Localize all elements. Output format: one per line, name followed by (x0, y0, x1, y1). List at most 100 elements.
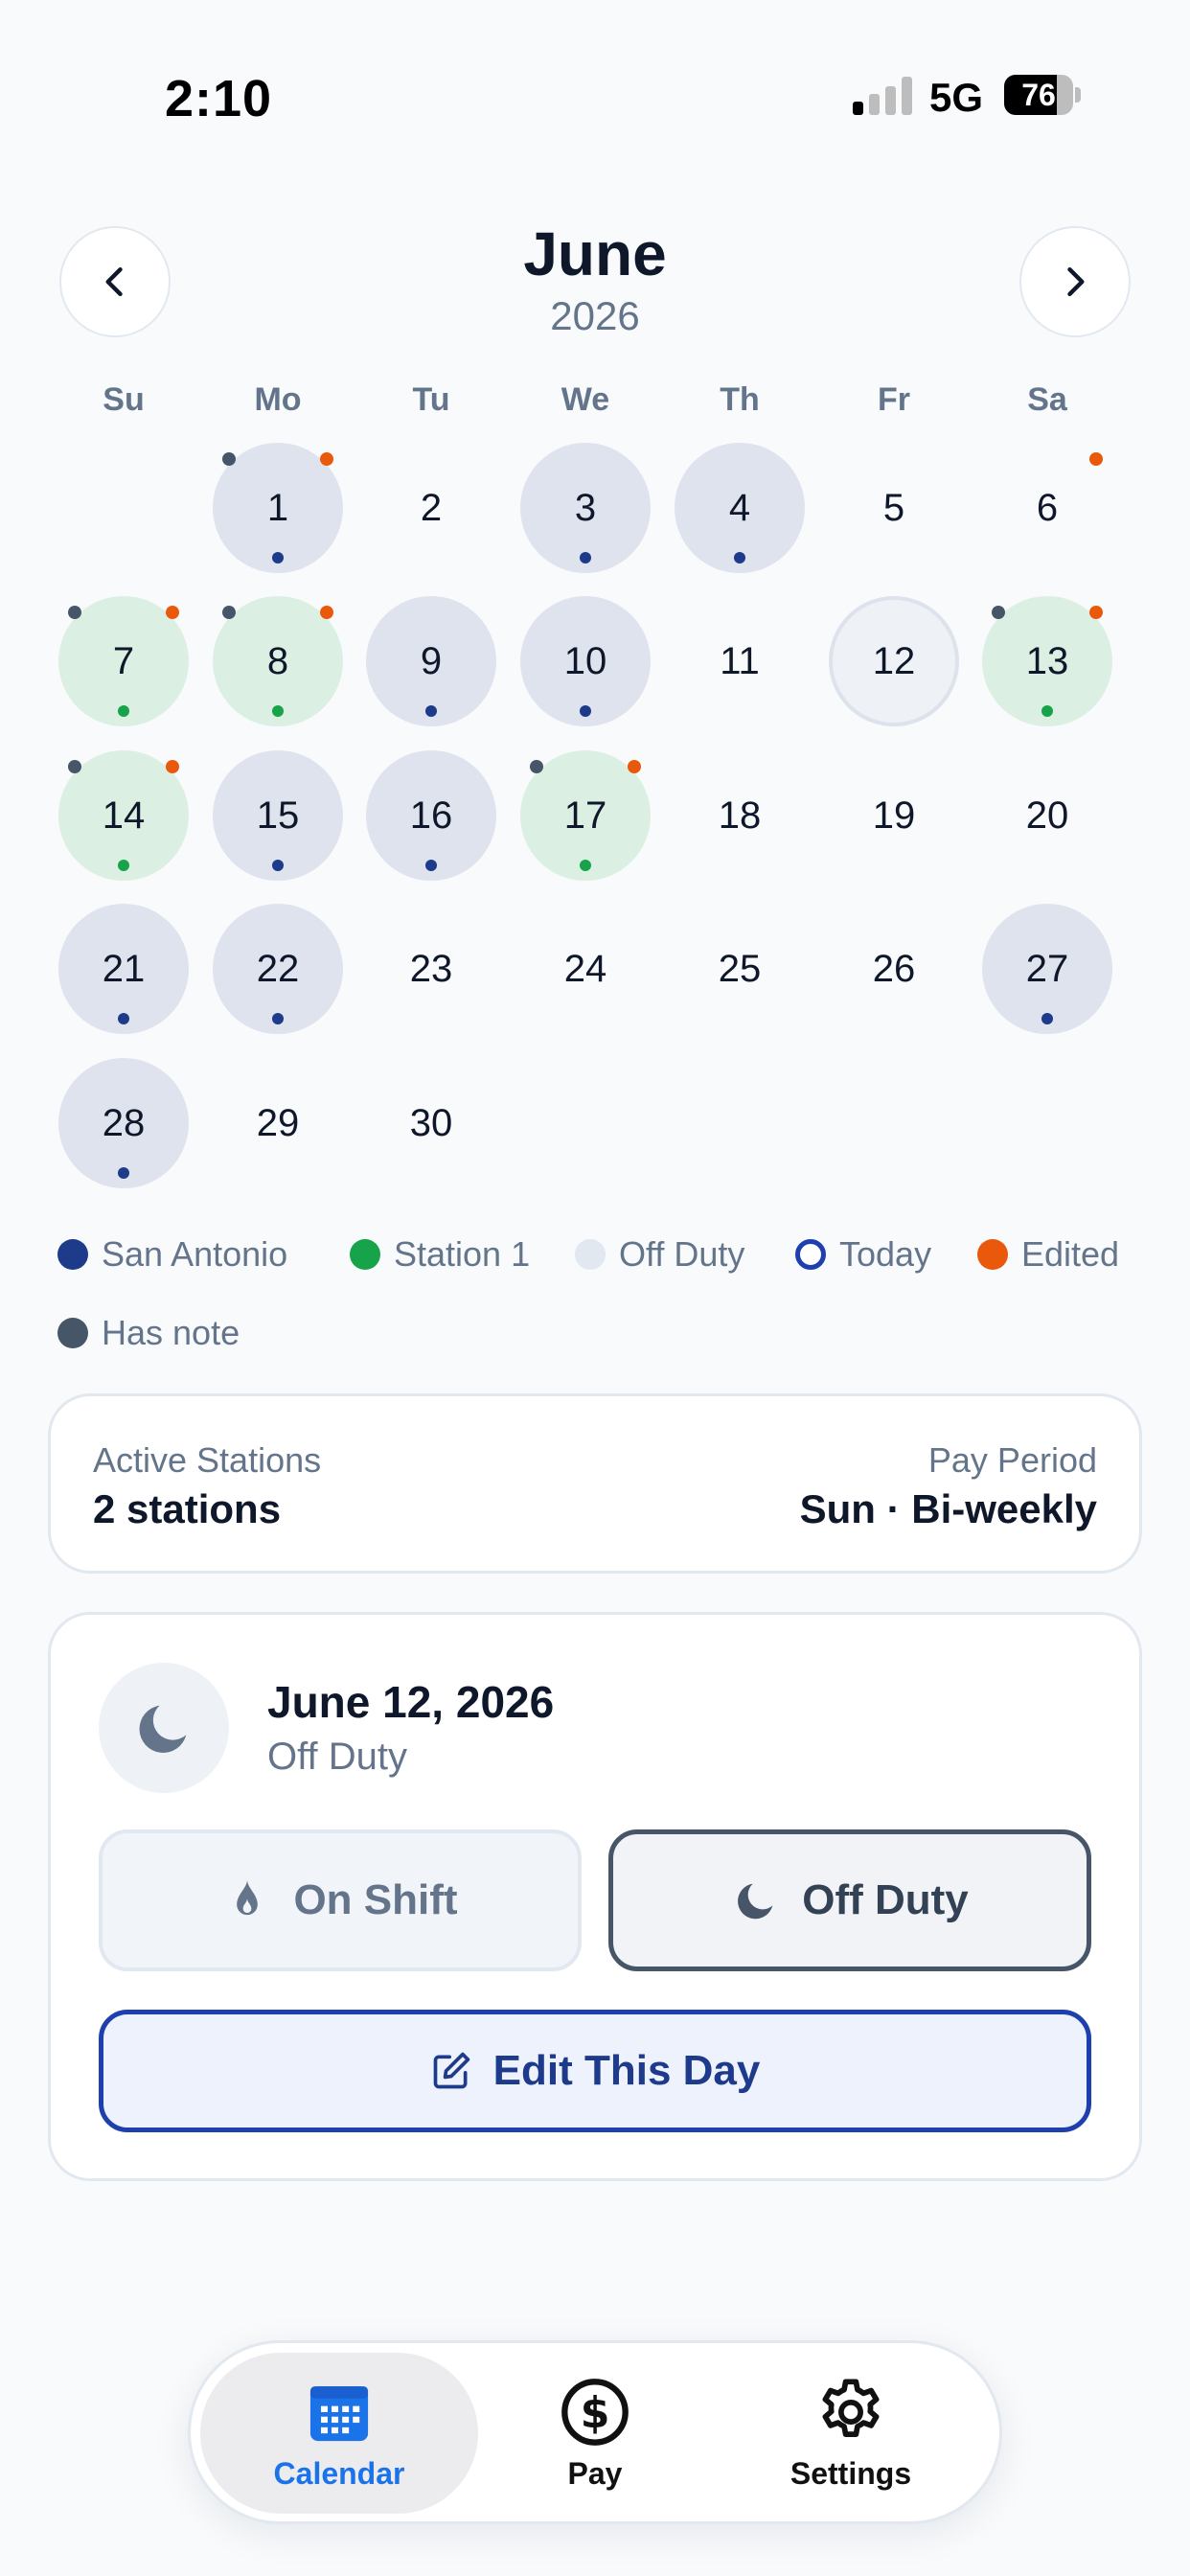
calendar-day[interactable]: 11 (675, 596, 805, 726)
legend-today: Today (795, 1234, 931, 1275)
edited-dot (1089, 606, 1103, 619)
calendar-day[interactable]: 21 (58, 904, 189, 1034)
station-dot-san-antonio (425, 705, 437, 717)
tab-settings[interactable]: Settings (712, 2353, 990, 2514)
day-number: 24 (563, 947, 607, 990)
station-dot-san-antonio (580, 552, 591, 564)
calendar-day[interactable]: 27 (982, 904, 1112, 1034)
day-number: 8 (266, 639, 289, 682)
flame-icon (237, 1879, 259, 1916)
station-dot-station1 (272, 705, 284, 717)
day-number: 22 (256, 947, 300, 990)
day-number: 21 (102, 947, 146, 990)
day-detail-card: June 12, 2026 Off Duty On Shift Off Duty… (48, 1612, 1142, 2181)
calendar-day[interactable]: 20 (982, 750, 1112, 881)
edit-icon (433, 2052, 469, 2089)
day-number: 29 (256, 1101, 300, 1144)
calendar-day[interactable]: 26 (829, 904, 959, 1034)
note-dot (68, 760, 81, 773)
legend-label: San Antonio (102, 1234, 288, 1274)
station-dot-station1 (580, 860, 591, 871)
day-number: 9 (420, 639, 443, 682)
legend-swatch (350, 1239, 380, 1270)
day-number: 20 (1025, 794, 1069, 837)
calendar-day[interactable]: 29 (213, 1058, 343, 1188)
station-dot-station1 (118, 860, 129, 871)
moon-icon (139, 1705, 187, 1753)
day-number: 3 (574, 486, 597, 529)
calendar-day[interactable]: 6 (982, 443, 1112, 573)
day-number: 11 (720, 639, 760, 682)
day-number: 10 (563, 639, 607, 682)
calendar-day[interactable]: 17 (520, 750, 651, 881)
legend-label: Off Duty (619, 1234, 745, 1274)
station-dot-san-antonio (425, 860, 437, 871)
day-number: 4 (728, 486, 751, 529)
tab-pay[interactable]: $ Pay (478, 2353, 712, 2514)
calendar-day[interactable]: 8 (213, 596, 343, 726)
edited-dot (166, 606, 179, 619)
calendar-day[interactable]: 12 (829, 596, 959, 726)
day-number: 19 (872, 794, 916, 837)
day-number: 28 (102, 1101, 146, 1144)
moon-icon (738, 1883, 773, 1920)
legend-off-duty: Off Duty (575, 1234, 744, 1275)
legend-swatch (575, 1239, 606, 1270)
calendar-day[interactable]: 9 (366, 596, 496, 726)
calendar-day[interactable]: 22 (213, 904, 343, 1034)
day-number: 13 (1025, 639, 1069, 682)
on-shift-button[interactable]: On Shift (99, 1829, 582, 1971)
calendar-day[interactable]: 13 (982, 596, 1112, 726)
edited-dot (320, 606, 333, 619)
svg-text:$: $ (581, 2388, 610, 2437)
station-dot-station1 (1041, 705, 1053, 717)
stations-info-card: Active Stations 2 stations Pay Period Su… (48, 1393, 1142, 1574)
edited-dot (320, 452, 333, 466)
legend-swatch (57, 1239, 88, 1270)
note-dot (222, 452, 236, 466)
day-number: 7 (112, 639, 135, 682)
edit-day-label: Edit This Day (492, 2047, 761, 2094)
calendar-day[interactable]: 3 (520, 443, 651, 573)
calendar-day[interactable]: 2 (366, 443, 496, 573)
day-number: 27 (1025, 947, 1069, 990)
station-dot-san-antonio (118, 1167, 129, 1179)
calendar-day[interactable]: 5 (829, 443, 959, 573)
pay-period-label: Pay Period (927, 1440, 1097, 1480)
calendar-day[interactable]: 19 (829, 750, 959, 881)
active-stations-value: 2 stations (93, 1486, 282, 1531)
day-number: 1 (266, 486, 289, 529)
calendar-day[interactable]: 28 (58, 1058, 189, 1188)
legend-station1: Station 1 (350, 1234, 530, 1275)
off-duty-button[interactable]: Off Duty (608, 1829, 1091, 1971)
calendar-day[interactable]: 7 (58, 596, 189, 726)
note-dot (530, 760, 543, 773)
day-number: 2 (420, 486, 443, 529)
calendar-day[interactable]: 4 (675, 443, 805, 573)
calendar-icon (309, 2385, 369, 2441)
calendar-day[interactable]: 10 (520, 596, 651, 726)
dollar-icon: $ (561, 2378, 629, 2446)
station-dot-san-antonio (272, 1013, 284, 1024)
station-dot-san-antonio (734, 552, 745, 564)
edit-day-button[interactable]: Edit This Day (99, 2010, 1091, 2132)
day-number: 12 (872, 639, 916, 682)
calendar-day[interactable]: 1 (213, 443, 343, 573)
legend-swatch (795, 1239, 826, 1270)
calendar-day[interactable]: 18 (675, 750, 805, 881)
off-duty-label: Off Duty (802, 1876, 969, 1923)
tab-calendar[interactable]: Calendar (200, 2353, 478, 2514)
legend-has-note: Has note (57, 1313, 240, 1353)
calendar-day[interactable]: 24 (520, 904, 651, 1034)
day-number: 15 (256, 794, 300, 837)
legend-swatch (57, 1318, 88, 1348)
calendar-day[interactable]: 15 (213, 750, 343, 881)
calendar-day[interactable]: 14 (58, 750, 189, 881)
day-number: 23 (409, 947, 453, 990)
legend-label: Edited (1021, 1234, 1120, 1274)
calendar-day[interactable]: 30 (366, 1058, 496, 1188)
calendar-day[interactable]: 25 (675, 904, 805, 1034)
calendar-day[interactable]: 16 (366, 750, 496, 881)
legend-label: Station 1 (394, 1234, 531, 1274)
calendar-day[interactable]: 23 (366, 904, 496, 1034)
